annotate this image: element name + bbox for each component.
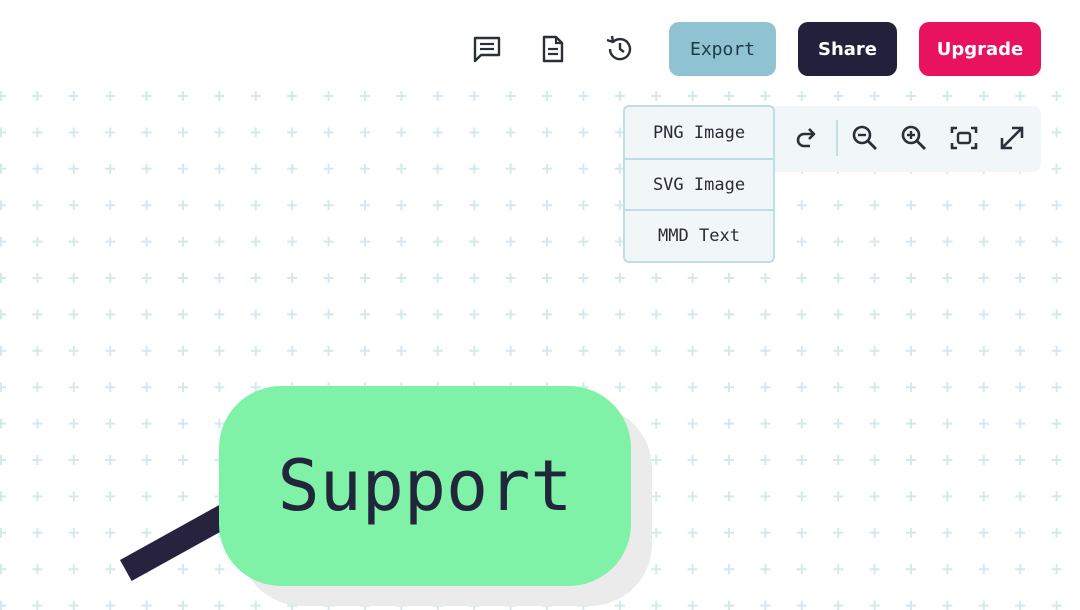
share-button[interactable]: Share	[798, 22, 897, 76]
zoom-out-icon[interactable]	[848, 120, 882, 156]
mindmap-node-support[interactable]: Support	[219, 386, 631, 586]
export-mmd-option[interactable]: MMD Text	[625, 209, 773, 260]
share-button-label: Share	[817, 38, 877, 60]
export-option-label: PNG Image	[652, 122, 746, 143]
fullscreen-icon[interactable]	[995, 120, 1029, 156]
node-label: Support	[277, 445, 573, 527]
fit-screen-icon[interactable]	[947, 120, 981, 156]
upgrade-button-label: Upgrade	[936, 38, 1024, 60]
export-button-label: Export	[689, 38, 756, 60]
export-png-option[interactable]: PNG Image	[625, 107, 773, 158]
upgrade-button[interactable]: Upgrade	[919, 22, 1041, 76]
redo-icon[interactable]	[790, 120, 824, 156]
export-svg-option[interactable]: SVG Image	[625, 158, 773, 209]
export-button[interactable]: Export	[669, 22, 776, 76]
export-dropdown: PNG Image SVG Image MMD Text	[623, 105, 775, 263]
toolbar-separator	[836, 120, 838, 156]
export-option-label: MMD Text	[658, 225, 740, 246]
zoom-in-icon[interactable]	[897, 120, 931, 156]
diagram-canvas[interactable]: Support Export Share Upgrade PNG Image S…	[0, 0, 1080, 610]
comment-icon[interactable]	[472, 34, 502, 64]
document-icon[interactable]	[538, 34, 568, 64]
export-option-label: SVG Image	[652, 174, 746, 195]
history-icon[interactable]	[604, 34, 634, 64]
